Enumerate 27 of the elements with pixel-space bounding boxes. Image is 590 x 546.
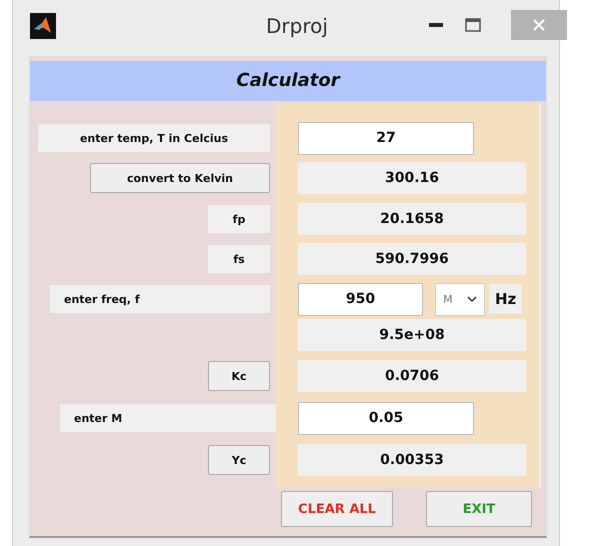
- caret-icon: [466, 296, 477, 302]
- temperature-field[interactable]: 27: [298, 122, 474, 154]
- fs-output: 590.7996: [298, 243, 526, 275]
- temperature-label: enter temp, T in Celcius: [38, 124, 270, 152]
- kelvin-output: 300.16: [298, 162, 526, 194]
- close-icon: [532, 18, 546, 32]
- calculator-header: Calculator: [30, 61, 546, 101]
- kc-output: 0.0706: [298, 360, 526, 392]
- maximize-icon[interactable]: [465, 18, 481, 32]
- fp-label: fp: [208, 205, 270, 233]
- unit-dropdown[interactable]: M: [435, 282, 485, 316]
- frequency-label: enter freq, f: [50, 285, 270, 313]
- fp-output: 20.1658: [298, 203, 526, 235]
- yc-output: 0.00353: [298, 444, 526, 476]
- convert-button[interactable]: convert to Kelvin: [90, 163, 270, 193]
- m-field[interactable]: 0.05: [298, 402, 474, 434]
- frequency-field[interactable]: 950: [298, 282, 423, 316]
- m-label: enter M: [60, 404, 278, 432]
- frequency-output: 9.5e+08: [298, 319, 526, 351]
- window-title: Drproj: [266, 14, 328, 38]
- fs-label: fs: [208, 245, 270, 273]
- yc-button[interactable]: Yc: [208, 445, 270, 475]
- kc-button[interactable]: Kc: [208, 361, 270, 391]
- close-button[interactable]: [511, 10, 567, 40]
- unit-label: Hz: [489, 284, 522, 314]
- app-icon: [30, 13, 56, 39]
- clear-all-button[interactable]: CLEAR ALL: [281, 491, 393, 527]
